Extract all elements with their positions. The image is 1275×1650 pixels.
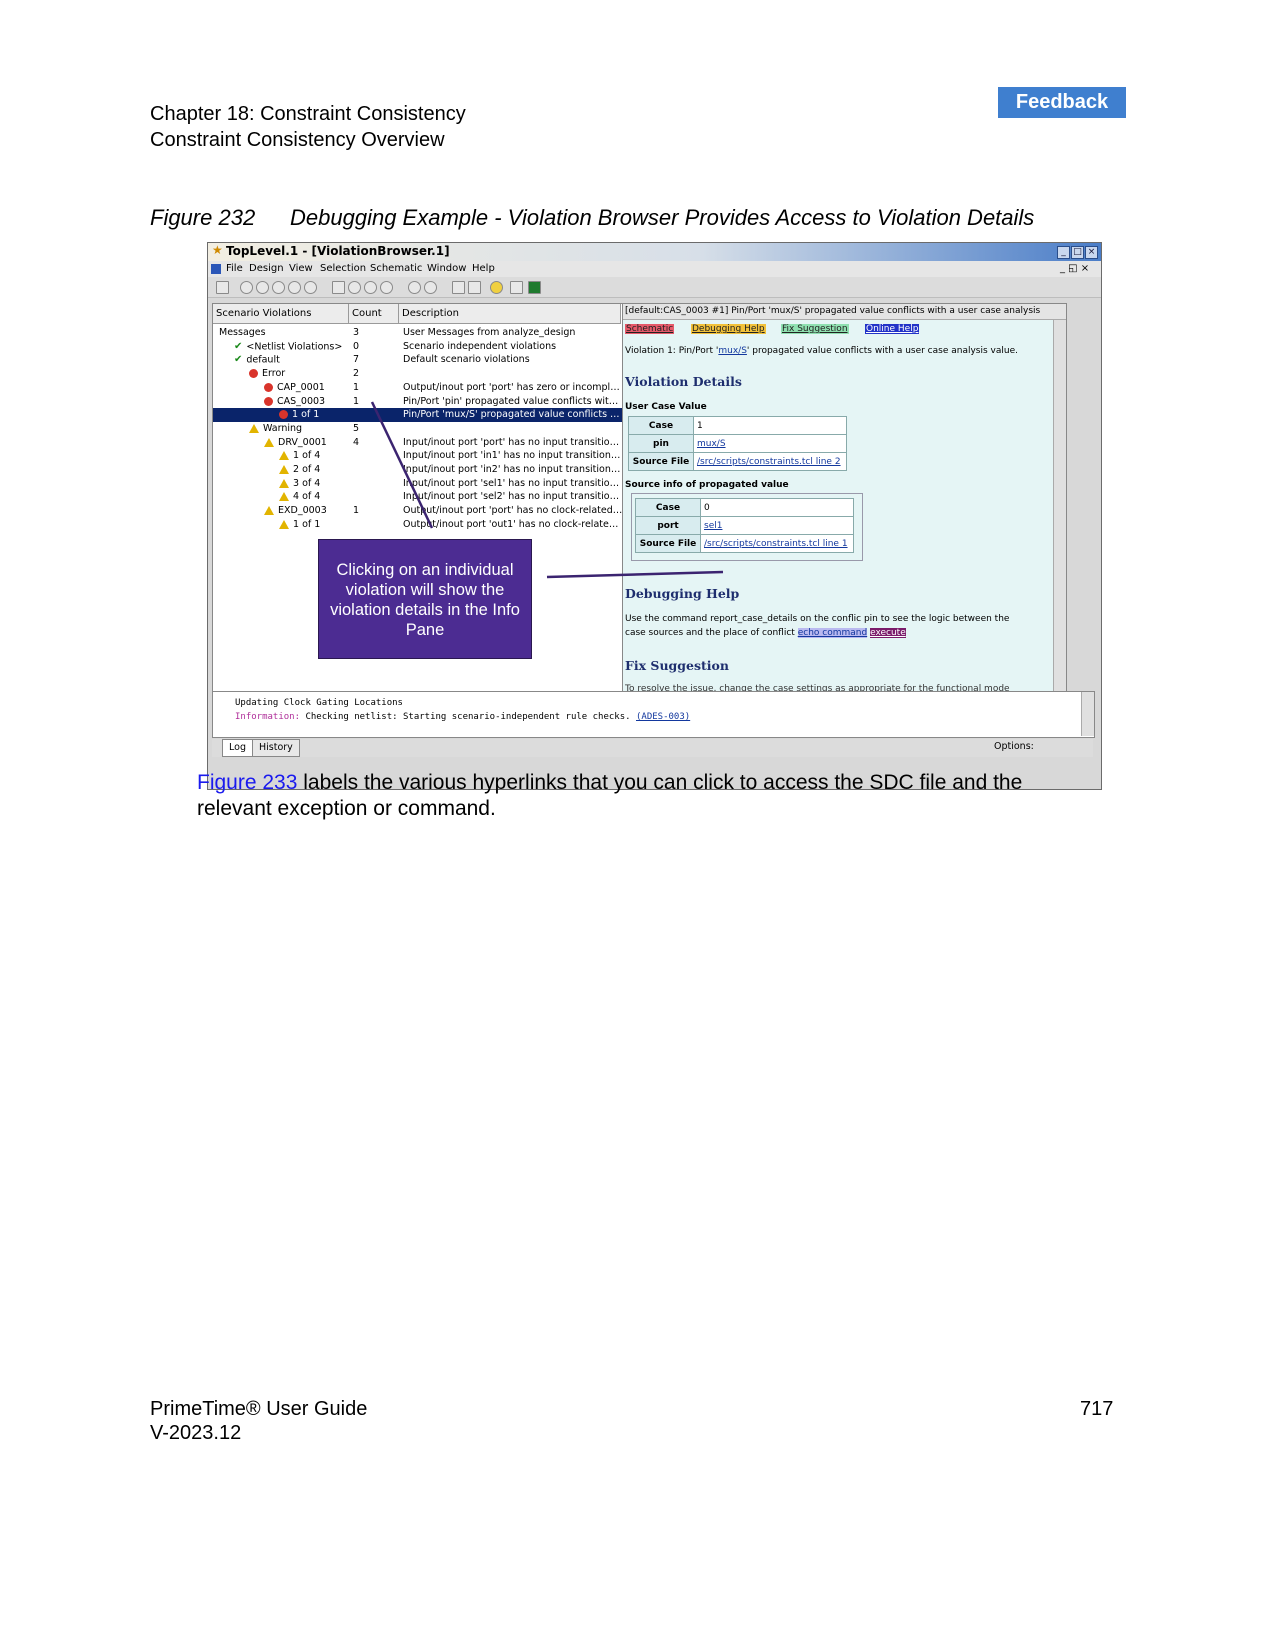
figure-233-link[interactable]: Figure 233 — [197, 771, 297, 794]
body-text: labels the various hyperlinks that you c… — [197, 771, 1023, 820]
footer-guide: PrimeTime® User Guide — [150, 1398, 368, 1420]
leader-line-info — [546, 570, 724, 579]
body-paragraph: Figure 233 labels the various hyperlinks… — [197, 770, 1077, 822]
page-number: 717 — [1080, 1398, 1114, 1420]
footer-version: V-2023.12 — [150, 1422, 242, 1444]
callout-box: Clicking on an individual violation will… — [318, 539, 532, 659]
leader-line-tree — [370, 401, 434, 529]
